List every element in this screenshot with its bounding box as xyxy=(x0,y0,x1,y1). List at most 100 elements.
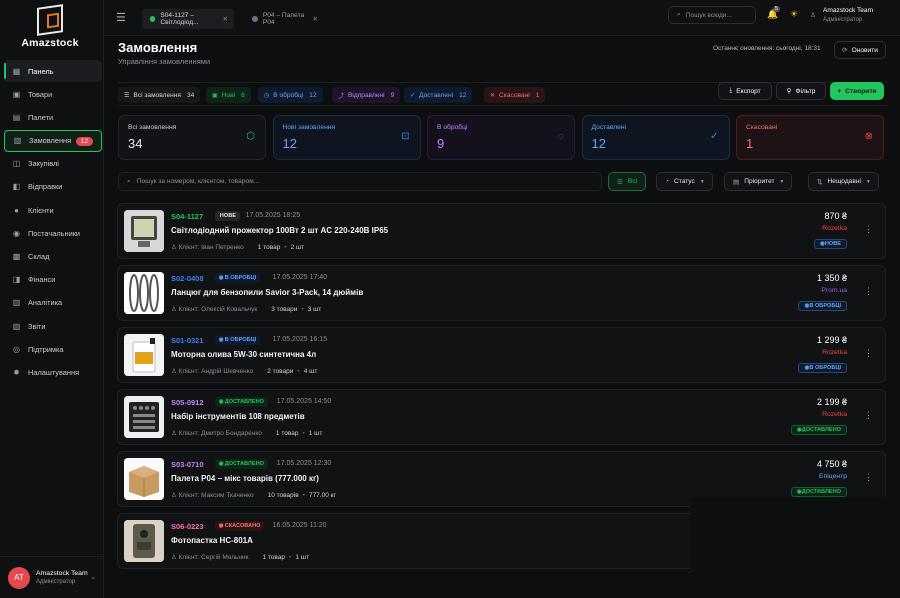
sidebar-item[interactable]: ▨ Замовлення 12 xyxy=(4,129,102,152)
search-icon: ⌕ xyxy=(677,11,681,18)
export-button[interactable]: ⤓ Експорт xyxy=(718,82,772,100)
theme-toggle-icon[interactable]: ☀ xyxy=(790,9,798,20)
tab-order[interactable]: S04-1127 – Світлодіод... ✕ xyxy=(142,9,234,29)
more-options-icon[interactable]: ⋮ xyxy=(864,286,873,297)
pallet-icon: ▤ xyxy=(12,112,21,122)
check-circle-icon: ✓ xyxy=(710,131,719,142)
order-status-badge: ◉ НОВЕ xyxy=(813,239,847,249)
orders-search-input[interactable]: ⌕ Пошук за номером, клієнтом, товаром... xyxy=(118,172,602,191)
last-update: Останнє оновлення: сьогодні, 18:31 xyxy=(713,45,821,52)
chevron-down-icon: ▾ xyxy=(700,178,704,185)
more-options-icon[interactable]: ⋮ xyxy=(864,224,873,235)
order-id[interactable]: S01-0321 xyxy=(171,336,204,345)
filter-label: Відправлені xyxy=(348,91,385,99)
order-meta: ♙ Клієнт: Максим Ткаченко 10 товарів • 777.… xyxy=(171,491,336,499)
status-select[interactable]: ◔ Статус ▾ xyxy=(656,172,713,191)
stat-card[interactable]: В обробці 9 ◌ xyxy=(427,115,575,160)
plus-icon: + xyxy=(837,87,842,95)
menu-icon[interactable]: ☰ xyxy=(116,11,126,24)
sidebar-item[interactable]: ▥ Аналітика xyxy=(4,292,102,314)
sidebar-item[interactable]: ◫ Закупівлі xyxy=(4,153,102,175)
stat-card[interactable]: Всі замовлення 34 ⬡ xyxy=(118,115,266,160)
status-icon: ◉ xyxy=(218,523,224,529)
priority-select[interactable]: ▤ Пріоритет ▾ xyxy=(724,172,793,191)
status-text: НОВЕ xyxy=(219,213,236,219)
chevron-down-icon[interactable]: ⌄ xyxy=(90,573,96,581)
filter-count: 6 xyxy=(241,91,245,99)
sidebar-item-label: Замовлення xyxy=(29,136,72,146)
order-title: Набір інструментів 108 предметів xyxy=(171,412,305,421)
global-search-input[interactable]: ⌕ Пошук всюди... xyxy=(668,6,756,24)
scan-icon: ⊡ xyxy=(401,131,410,142)
bell-icon[interactable]: 🔔 5 xyxy=(767,6,780,20)
sidebar-item[interactable]: ▣ Товари xyxy=(4,83,102,105)
separator: • xyxy=(289,554,292,561)
marketplace-name: Rozetka xyxy=(822,225,847,232)
quantity: 4 шт xyxy=(303,368,318,375)
box-icon: ▣ xyxy=(12,89,21,99)
sidebar-item-label: Звіти xyxy=(28,321,46,331)
sidebar-item[interactable]: ▩ Склад xyxy=(4,246,102,268)
sidebar-item[interactable]: ▤ Палети xyxy=(4,106,102,128)
filter-button[interactable]: ⚲ Фільтр xyxy=(776,82,826,100)
refresh-button[interactable]: ⟳ Оновити xyxy=(834,41,886,59)
product-image xyxy=(124,334,164,376)
order-title: Моторна олива 5W-30 синтетична 4л xyxy=(171,350,317,359)
order-id[interactable]: S05-0912 xyxy=(171,398,204,407)
more-options-icon[interactable]: ⋮ xyxy=(864,348,873,359)
sidebar-item[interactable]: ▧ Звіти xyxy=(4,315,102,337)
create-button[interactable]: + Створити xyxy=(830,82,884,100)
stat-card[interactable]: Скасовані 1 ⊗ xyxy=(736,115,884,160)
filter-icon: ⚲ xyxy=(786,88,792,95)
filter-chip-2[interactable]: ◷ В обробці 12 xyxy=(258,87,323,103)
sort-select[interactable]: ⇅ Нещодавні ▾ xyxy=(808,172,879,191)
order-row[interactable]: S02-0408 ◉ В ОБРОБЦІ 17.05.2025 17:40 Ланцю… xyxy=(117,265,886,321)
user-menu[interactable]: AT Amazstock Team Адміністратор ⌄ xyxy=(0,556,104,598)
sidebar-item[interactable]: ◎ Підтримка xyxy=(4,338,102,360)
truck-icon: ◧ xyxy=(12,182,21,192)
more-options-icon[interactable]: ⋮ xyxy=(864,410,873,421)
close-icon[interactable]: ✕ xyxy=(312,15,318,23)
logo[interactable]: Amazstock xyxy=(18,4,82,50)
stat-label: Доставлені xyxy=(591,124,627,131)
sort-icon: ⇅ xyxy=(817,178,823,186)
sidebar-item[interactable]: ● Клієнти xyxy=(4,199,102,221)
filter-chip-5[interactable]: ✕ Скасовані 1 xyxy=(484,87,546,103)
sidebar-item[interactable]: ✹ Налаштування xyxy=(4,361,102,383)
top-user-name: Amazstock Team xyxy=(823,7,874,14)
user-icon: ♙ xyxy=(171,306,179,313)
filter-count: 1 xyxy=(535,91,540,99)
filter-chip-0[interactable]: ☰ Всі замовлення 34 xyxy=(118,87,201,103)
support-icon: ◎ xyxy=(13,344,20,354)
all-filter-button[interactable]: ☰ Всі xyxy=(608,172,647,191)
stat-card[interactable]: Доставлені 12 ✓ xyxy=(581,115,730,160)
tab-pallet[interactable]: P04 – Палета P04 ✕ xyxy=(244,9,324,29)
order-id[interactable]: S03-0710 xyxy=(171,460,204,469)
order-row[interactable]: S01-0321 ◉ В ОБРОБЦІ 17.05.2025 16:15 Мотор… xyxy=(117,327,886,383)
close-icon[interactable]: ✕ xyxy=(222,15,228,23)
stat-value: 1 xyxy=(746,136,754,151)
top-user-menu[interactable]: ♙ Amazstock Team Адміністратор xyxy=(810,7,873,23)
sidebar-item[interactable]: ◧ Відправки xyxy=(4,176,102,198)
order-row[interactable]: S04-1127 НОВЕ 17.05.2025 18:25 Світлодіодни… xyxy=(117,203,886,259)
stat-value: 12 xyxy=(282,136,297,151)
order-row[interactable]: S05-0912 ◉ ДОСТАВЛЕНО 17.05.2025 14:50 Набі… xyxy=(117,389,886,445)
order-id[interactable]: S02-0408 xyxy=(171,274,204,283)
spinner-icon: ◌ xyxy=(558,131,564,142)
filter-chip-3[interactable]: ⤴ Відправлені 9 xyxy=(332,87,401,103)
sidebar-item-label: Склад xyxy=(28,252,50,261)
order-id[interactable]: S04-1127 xyxy=(171,212,203,221)
separator: • xyxy=(301,306,304,313)
order-date: 17.05.2025 12:30 xyxy=(276,460,332,467)
filter-chip-4[interactable]: ✓ Доставлені 12 xyxy=(404,87,473,103)
order-id[interactable]: S06-0223 xyxy=(171,522,204,531)
sidebar-item[interactable]: ◨ Фінанси xyxy=(4,269,102,291)
sidebar-item[interactable]: ◉ Постачальники xyxy=(4,222,102,244)
filter-chip-1[interactable]: ▣ Нові 6 xyxy=(206,87,251,103)
stat-card[interactable]: Нові замовлення 12 ⊡ xyxy=(272,115,421,160)
filter-label: В обробці xyxy=(273,91,304,99)
sidebar-item-label: Товари xyxy=(28,89,53,99)
sidebar-item[interactable]: ▦ Панель xyxy=(4,60,102,82)
more-options-icon[interactable]: ⋮ xyxy=(864,472,873,483)
cart-icon: ▨ xyxy=(13,136,22,146)
